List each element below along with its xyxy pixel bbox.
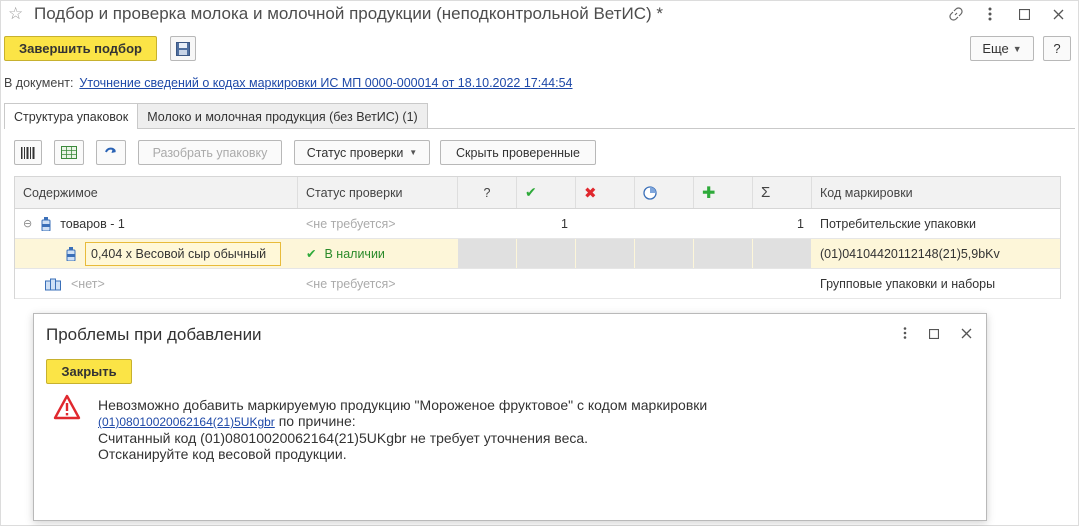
table-row[interactable]: <нет> <не требуется> Групповые упаковки … — [15, 269, 1060, 299]
tab-divider — [4, 128, 1075, 129]
more-vertical-icon[interactable] — [903, 327, 907, 342]
command-bar: Завершить подбор Еще ▼ ? — [0, 36, 1079, 64]
warning-icon — [53, 394, 81, 420]
finish-selection-button[interactable]: Завершить подбор — [4, 36, 157, 61]
content-cell: ⊖ товаров - 1 — [15, 209, 298, 238]
code-cell: (01)04104420112148(21)5,9bKv — [820, 246, 1000, 261]
title-bar: ☆ Подбор и проверка молока и молочной пр… — [0, 0, 1079, 30]
marking-code-link[interactable]: (01)08010020062164(21)5UKgbr — [98, 415, 275, 429]
link-icon[interactable] — [949, 6, 963, 22]
empty-cell — [458, 239, 516, 268]
grid-header: Содержимое Статус проверки ? ✔ ✖ ✚ Σ Код… — [15, 177, 1060, 209]
col-content[interactable]: Содержимое — [15, 177, 298, 208]
col-status[interactable]: Статус проверки — [298, 177, 458, 208]
content-edit-field[interactable]: 0,404 х Весовой сыр обычный — [85, 242, 281, 266]
sum-cell: 1 — [797, 216, 804, 231]
tab-bar: Структура упаковок Молоко и молочная про… — [4, 103, 428, 129]
content-text: товаров - 1 — [60, 216, 125, 231]
message-line-1: Невозможно добавить маркируемую продукци… — [98, 397, 708, 413]
plus-icon: ✚ — [702, 184, 716, 202]
document-label: В документ: — [4, 76, 74, 90]
barcode-icon — [21, 146, 35, 159]
load-from-file-button[interactable] — [54, 140, 84, 165]
table-row[interactable]: 0,404 х Весовой сыр обычный ✔ В наличии … — [15, 239, 1060, 269]
status-cell: <не требуется> — [306, 216, 396, 231]
error-message: Невозможно добавить маркируемую продукци… — [98, 397, 707, 462]
collapse-icon[interactable]: ⊖ — [23, 217, 32, 230]
content-text: <нет> — [71, 276, 105, 291]
col-sum[interactable]: Σ — [753, 177, 812, 208]
document-line: В документ: Уточнение сведений о кодах ма… — [4, 76, 573, 90]
empty-cell — [576, 239, 634, 268]
more-actions-label: Еще — [982, 41, 1009, 56]
group-package-icon — [45, 278, 61, 290]
status-cell: ✔ В наличии — [298, 239, 458, 268]
more-actions-button[interactable]: Еще ▼ — [970, 36, 1034, 61]
reason-label: по причине: — [274, 413, 356, 429]
close-icon[interactable] — [961, 328, 972, 342]
col-ok[interactable]: ✔ — [517, 177, 576, 208]
barcode-scan-button[interactable] — [14, 140, 42, 165]
empty-cell — [753, 239, 811, 268]
refresh-button[interactable] — [96, 140, 126, 165]
favorite-star-icon[interactable]: ☆ — [8, 4, 23, 24]
content-cell: <нет> — [15, 269, 298, 298]
check-status-label: Статус проверки — [306, 145, 404, 160]
empty-cell — [635, 239, 693, 268]
problems-dialog: Проблемы при добавлении Закрыть Невозмож… — [33, 313, 987, 521]
code-cell: Потребительские упаковки — [820, 216, 976, 231]
pie-clock-icon — [643, 185, 657, 200]
col-partial[interactable] — [635, 177, 694, 208]
hide-checked-button[interactable]: Скрыть проверенные — [440, 140, 596, 165]
close-button[interactable]: Закрыть — [46, 359, 132, 384]
check-status-dropdown[interactable]: Статус проверки ▼ — [294, 140, 430, 165]
col-error[interactable]: ✖ — [576, 177, 635, 208]
window-title: Подбор и проверка молока и молочной прод… — [34, 4, 663, 23]
packages-grid: Содержимое Статус проверки ? ✔ ✖ ✚ Σ Код… — [14, 176, 1061, 299]
checkmark-icon: ✔ — [306, 247, 317, 261]
cross-icon: ✖ — [584, 184, 597, 202]
more-vertical-icon[interactable] — [983, 6, 997, 22]
message-line-4: Отсканируйте код весовой продукции. — [98, 446, 347, 462]
code-cell: Групповые упаковки и наборы — [820, 276, 996, 291]
unpack-button[interactable]: Разобрать упаковку — [138, 140, 282, 165]
maximize-icon[interactable] — [1017, 6, 1031, 22]
checkmark-icon: ✔ — [525, 184, 537, 200]
message-line-2: (01)08010020062164(21)5UKgbr по причине: — [98, 413, 707, 430]
dialog-title: Проблемы при добавлении — [46, 325, 262, 344]
maximize-icon[interactable] — [928, 328, 940, 342]
table-row[interactable]: ⊖ товаров - 1 <не требуется> 1 1 Потреби… — [15, 209, 1060, 239]
empty-cell — [694, 239, 752, 268]
status-text: В наличии — [324, 246, 385, 261]
save-button[interactable] — [170, 36, 196, 61]
status-cell: <не требуется> — [306, 276, 396, 291]
empty-cell — [517, 239, 575, 268]
floppy-disk-icon — [176, 41, 190, 56]
tab-milk-products[interactable]: Молоко и молочная продукция (без ВетИС) … — [138, 103, 428, 129]
col-code[interactable]: Код маркировки — [812, 177, 1062, 208]
close-icon[interactable] — [1051, 6, 1065, 22]
tab-package-structure[interactable]: Структура упаковок — [4, 103, 139, 129]
chevron-down-icon: ▼ — [1012, 43, 1022, 54]
help-button[interactable]: ? — [1043, 36, 1071, 61]
col-question[interactable]: ? — [458, 177, 517, 208]
document-link[interactable]: Уточнение сведений о кодах маркировки ИС… — [79, 76, 572, 90]
bottle-icon — [66, 247, 76, 261]
ok-count-cell: 1 — [561, 216, 568, 231]
chevron-down-icon: ▼ — [409, 148, 418, 157]
bottle-icon — [41, 216, 51, 231]
spreadsheet-icon — [61, 146, 77, 159]
message-line-3: Считанный код (01)08010020062164(21)5UKg… — [98, 430, 589, 446]
curved-arrow-icon — [105, 147, 116, 153]
col-added[interactable]: ✚ — [694, 177, 753, 208]
